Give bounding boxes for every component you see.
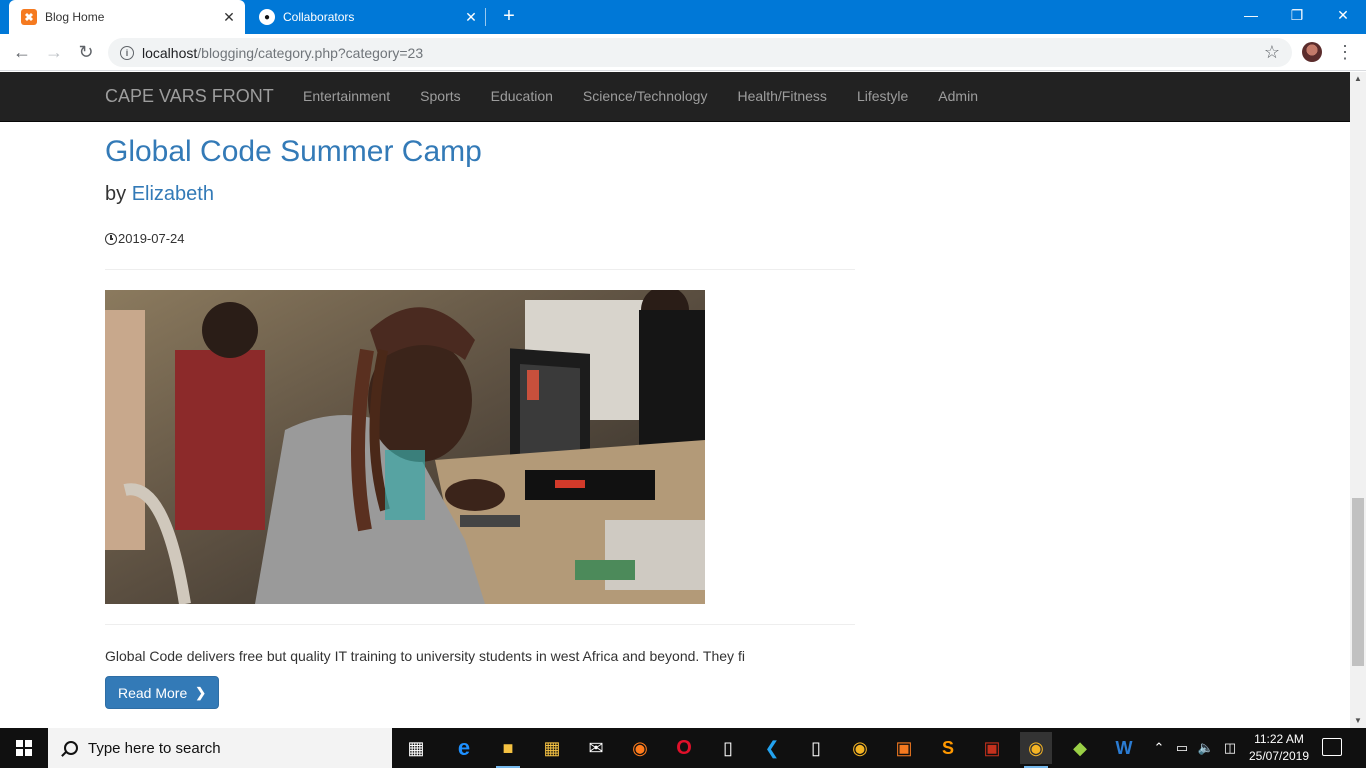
bookmark-star-icon[interactable]: ☆ (1264, 42, 1280, 63)
sublime-icon[interactable]: S (932, 732, 964, 764)
nav-entertainment[interactable]: Entertainment (303, 88, 390, 104)
browser-menu-icon[interactable]: ⋮ (1336, 42, 1354, 62)
search-placeholder: Type here to search (88, 739, 221, 757)
address-bar[interactable]: i localhost/blogging/category.php?catego… (108, 38, 1292, 67)
site-brand[interactable]: CAPE VARS FRONT (105, 86, 274, 107)
restore-button[interactable]: ❐ (1274, 0, 1320, 30)
word-icon[interactable]: W (1108, 732, 1140, 764)
site-navbar: CAPE VARS FRONT Entertainment Sports Edu… (0, 72, 1350, 122)
clock-icon (105, 232, 117, 245)
url-host: localhost (142, 44, 198, 61)
page-scrollbar[interactable]: ▲ ▼ (1350, 72, 1366, 728)
store-icon[interactable]: ▦ (536, 732, 568, 764)
vscode-icon[interactable]: ❮ (756, 732, 788, 764)
forward-button[interactable]: → (41, 39, 67, 65)
reload-button[interactable]: ↻ (73, 39, 99, 65)
tab-title: Collaborators (283, 10, 355, 24)
tab-collaborators[interactable]: ● Collaborators ✕ (247, 0, 487, 34)
notifications-icon[interactable] (1322, 738, 1342, 756)
volume-icon[interactable]: 🔈 (1196, 728, 1216, 768)
xampp-icon[interactable]: ▣ (888, 732, 920, 764)
nav-science-technology[interactable]: Science/Technology (583, 88, 708, 104)
profile-avatar[interactable] (1302, 42, 1322, 62)
windows-logo-icon (16, 740, 32, 756)
start-button[interactable] (0, 728, 48, 768)
clock-date: 25/07/2019 (1248, 749, 1310, 763)
chevron-up-icon[interactable]: ⌃ (1150, 728, 1168, 768)
by-label: by (105, 183, 127, 205)
divider (105, 269, 855, 270)
firefox-icon[interactable]: ◉ (624, 732, 656, 764)
post-date: 2019-07-24 (118, 231, 185, 246)
network-icon[interactable]: ◫ (1220, 728, 1240, 768)
nav-health-fitness[interactable]: Health/Fitness (737, 88, 826, 104)
chrome-icon[interactable]: ◉ (1020, 732, 1052, 768)
close-tab-icon[interactable]: ✕ (463, 9, 479, 25)
clock-time: 11:22 AM (1254, 732, 1304, 746)
info-icon[interactable]: i (120, 45, 134, 60)
read-more-label: Read More (118, 684, 188, 701)
divider (105, 624, 855, 625)
git-icon[interactable]: ◆ (1064, 732, 1096, 764)
close-window-button[interactable]: ✕ (1320, 0, 1366, 30)
minimize-button[interactable]: — (1228, 0, 1274, 30)
tab-title: Blog Home (45, 10, 105, 24)
windows-taskbar: Type here to search ▦ e ■ ▦ ✉ ◉ O ▯ ❮ ▯ … (0, 728, 1366, 768)
scroll-down-icon[interactable]: ▼ (1350, 714, 1366, 728)
post-date-row: 2019-07-24 (105, 231, 185, 246)
file-icon[interactable]: ▯ (800, 732, 832, 764)
nav-links: Entertainment Sports Education Science/T… (303, 88, 1008, 104)
post-excerpt: Global Code delivers free but quality IT… (105, 648, 745, 664)
browser-tab-strip: ✖ Blog Home ✕ ● Collaborators ✕ + — ❐ ✕ (0, 0, 1366, 34)
nav-lifestyle[interactable]: Lifestyle (857, 88, 908, 104)
tab-blog-home[interactable]: ✖ Blog Home ✕ (9, 0, 245, 34)
github-icon: ● (259, 9, 275, 25)
new-tab-button[interactable]: + (498, 5, 520, 27)
file-icon[interactable]: ▯ (712, 732, 744, 764)
close-tab-icon[interactable]: ✕ (221, 9, 237, 25)
browser-toolbar: ← → ↻ i localhost/blogging/category.php?… (0, 34, 1366, 71)
file-explorer-icon[interactable]: ■ (492, 732, 524, 768)
post-byline: by Elizabeth (105, 183, 214, 206)
tab-separator (485, 8, 486, 26)
xampp-icon: ✖ (21, 9, 37, 25)
chrome-icon[interactable]: ◉ (844, 732, 876, 764)
post-title[interactable]: Global Code Summer Camp (105, 135, 482, 169)
taskbar-clock[interactable]: 11:22 AM 25/07/2019 (1244, 731, 1314, 765)
url-path: /blogging/category.php?category=23 (197, 44, 424, 61)
filezilla-icon[interactable]: ▣ (976, 732, 1008, 764)
author-link[interactable]: Elizabeth (132, 183, 214, 205)
nav-education[interactable]: Education (491, 88, 553, 104)
search-icon (64, 741, 78, 755)
scroll-thumb[interactable] (1352, 498, 1364, 666)
taskbar-search[interactable]: Type here to search (48, 728, 392, 768)
back-button[interactable]: ← (9, 39, 35, 65)
battery-icon[interactable]: ▭ (1172, 728, 1192, 768)
task-view-icon[interactable]: ▦ (400, 732, 432, 764)
read-more-button[interactable]: Read More ❯ (105, 676, 220, 709)
post-image (105, 290, 705, 604)
mail-icon[interactable]: ✉ (580, 732, 612, 764)
url-text[interactable]: localhost/blogging/category.php?category… (142, 45, 423, 61)
nav-admin[interactable]: Admin (938, 88, 978, 104)
page-viewport: CAPE VARS FRONT Entertainment Sports Edu… (0, 72, 1350, 728)
scroll-up-icon[interactable]: ▲ (1350, 72, 1366, 86)
opera-icon[interactable]: O (668, 732, 700, 764)
chevron-right-icon: ❯ (195, 684, 207, 700)
edge-icon[interactable]: e (448, 732, 480, 764)
nav-sports[interactable]: Sports (420, 88, 460, 104)
